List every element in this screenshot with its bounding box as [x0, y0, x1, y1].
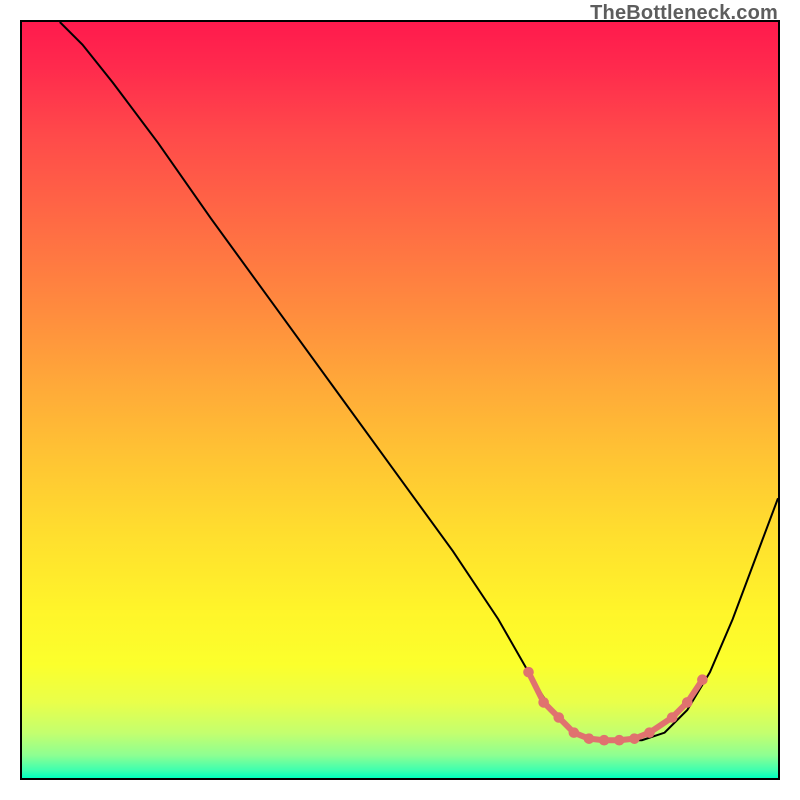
plot-area [20, 20, 780, 780]
bottleneck-curve [60, 22, 778, 740]
optimal-range-segment [576, 734, 587, 738]
optimal-range-segment [561, 720, 572, 731]
optimal-range-segment [546, 705, 557, 716]
optimal-range-segment [622, 739, 633, 740]
optimal-range-segment [591, 739, 602, 740]
optimal-range-segment [637, 734, 648, 738]
curve-overlay [22, 22, 778, 778]
chart-container: TheBottleneck.com [0, 0, 800, 800]
